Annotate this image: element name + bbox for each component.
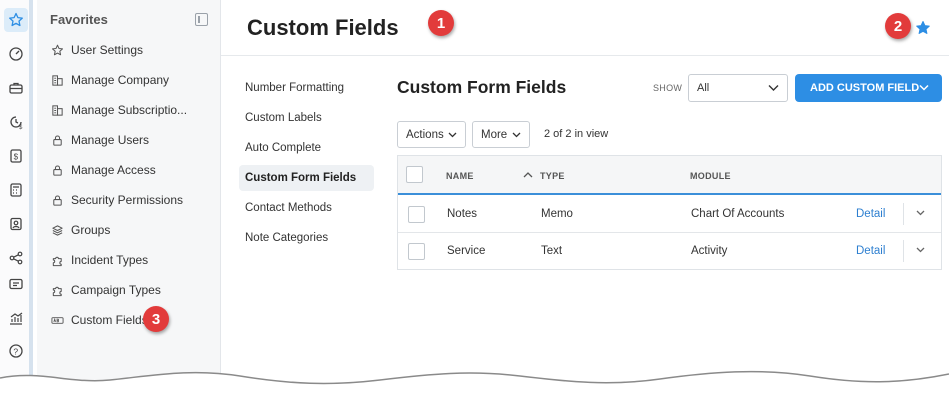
dashboard-gauge-icon[interactable] [4,42,28,66]
fields-tag-icon [51,316,64,324]
row-checkbox[interactable] [408,206,425,223]
detail-link[interactable]: Detail [856,245,885,257]
favorite-item-label: User Settings [71,43,144,57]
favorite-item-groups[interactable]: Groups [51,220,110,240]
table-header: NAME TYPE MODULE [398,156,941,195]
show-filter-value: All [697,82,710,94]
briefcase-icon[interactable] [4,76,28,100]
favorite-item-label: Incident Types [71,253,149,267]
favorite-item-manage-company[interactable]: Manage Company [51,70,169,90]
favorite-item-user-settings[interactable]: User Settings [51,40,143,60]
cell-name: Service [447,245,486,257]
column-header-name[interactable]: NAME [446,171,474,181]
column-header-type[interactable]: TYPE [540,171,565,181]
calculator-icon[interactable] [4,178,28,202]
chevron-down-icon[interactable] [916,210,925,216]
collapse-panel-icon[interactable] [195,13,208,26]
layers-icon [52,224,63,236]
svg-text:?: ? [13,346,18,356]
cell-module: Activity [691,245,728,257]
id-card-icon[interactable] [4,272,28,296]
actions-dropdown[interactable]: Actions [397,121,466,148]
analytics-chart-icon[interactable] [4,306,28,330]
row-checkbox[interactable] [408,243,425,260]
add-custom-field-button[interactable]: ADD CUSTOM FIELD [795,74,942,102]
subnav-contact-methods[interactable]: Contact Methods [239,195,374,221]
cell-name: Notes [447,208,478,220]
lock-icon [53,134,62,146]
show-label: SHOW [653,83,683,93]
add-custom-field-label: ADD CUSTOM FIELD [810,82,920,94]
favorite-item-manage-users[interactable]: Manage Users [51,130,149,150]
detail-link[interactable]: Detail [856,208,885,220]
clock-dollar-icon[interactable]: $ [4,110,28,134]
svg-text:$: $ [19,125,23,130]
favorite-item-manage-access[interactable]: Manage Access [51,160,156,180]
chevron-down-icon [768,85,779,91]
svg-text:$: $ [14,153,19,162]
cell-type: Memo [541,208,573,220]
star-outline-icon [51,44,64,55]
favorite-item-incident-types[interactable]: Incident Types [51,250,148,270]
table-row[interactable]: Service Text Activity Detail [398,233,941,270]
subnav-custom-form-fields[interactable]: Custom Form Fields [239,165,374,191]
puzzle-icon [52,286,62,296]
lock-icon [53,164,62,176]
show-filter-select[interactable]: All [688,74,788,102]
puzzle-icon [52,256,62,266]
chevron-down-icon [919,84,929,91]
lock-icon [53,194,62,206]
subnav-auto-complete[interactable]: Auto Complete [239,135,374,161]
favorite-item-label: Manage Users [71,133,150,147]
favorites-panel: Favorites User Settings Manage Company M… [37,0,221,398]
actions-label: Actions [406,128,444,141]
page-title: Custom Fields [247,15,399,40]
section-title: Custom Form Fields [397,77,567,97]
dollar-document-icon[interactable]: $ [4,144,28,168]
chevron-down-icon [512,132,521,138]
chevron-down-icon[interactable] [916,247,925,253]
favorite-item-label: Campaign Types [71,283,161,297]
favorite-item-security-permissions[interactable]: Security Permissions [51,190,183,210]
row-divider [903,203,904,225]
cell-module: Chart Of Accounts [691,208,785,220]
column-header-module[interactable]: MODULE [690,171,731,181]
subnav-number-formatting[interactable]: Number Formatting [239,75,374,101]
more-label: More [481,128,508,141]
subnav-note-categories[interactable]: Note Categories [239,225,374,251]
favorite-item-label: Groups [71,223,111,237]
select-all-checkbox[interactable] [406,166,423,183]
custom-fields-table: NAME TYPE MODULE Notes Memo Chart Of Acc… [397,155,942,270]
star-filled-icon[interactable] [915,20,931,36]
share-nodes-icon[interactable] [4,246,28,270]
favorite-item-campaign-types[interactable]: Campaign Types [51,280,161,300]
torn-edge-decoration [0,370,949,398]
callout-marker-2: 2 [885,13,911,39]
favorite-item-label: Manage Access [71,163,156,177]
building-icon [52,104,63,116]
favorite-item-label: Security Permissions [71,193,184,207]
contact-badge-icon[interactable] [4,212,28,236]
favorite-item-label: Custom Fields [71,313,148,327]
star-icon[interactable] [4,8,28,32]
row-divider [903,240,904,262]
callout-marker-1: 1 [428,10,454,36]
favorite-item-manage-subscriptions[interactable]: Manage Subscriptio... [51,100,187,120]
table-row[interactable]: Notes Memo Chart Of Accounts Detail [398,196,941,233]
sort-ascending-icon[interactable] [523,171,533,178]
cell-type: Text [541,245,563,257]
favorites-title: Favorites [50,12,108,27]
header-divider [221,55,949,56]
favorite-item-label: Manage Company [71,73,170,87]
icon-rail: $ $ ? [0,0,33,398]
callout-marker-3: 3 [143,306,169,332]
subnav-custom-labels[interactable]: Custom Labels [239,105,374,131]
favorite-item-label: Manage Subscriptio... [71,103,188,117]
more-dropdown[interactable]: More [472,121,530,148]
building-icon [52,74,63,86]
favorite-item-custom-fields[interactable]: Custom Fields [51,310,148,330]
chevron-down-icon [448,132,457,138]
view-count: 2 of 2 in view [544,128,609,140]
